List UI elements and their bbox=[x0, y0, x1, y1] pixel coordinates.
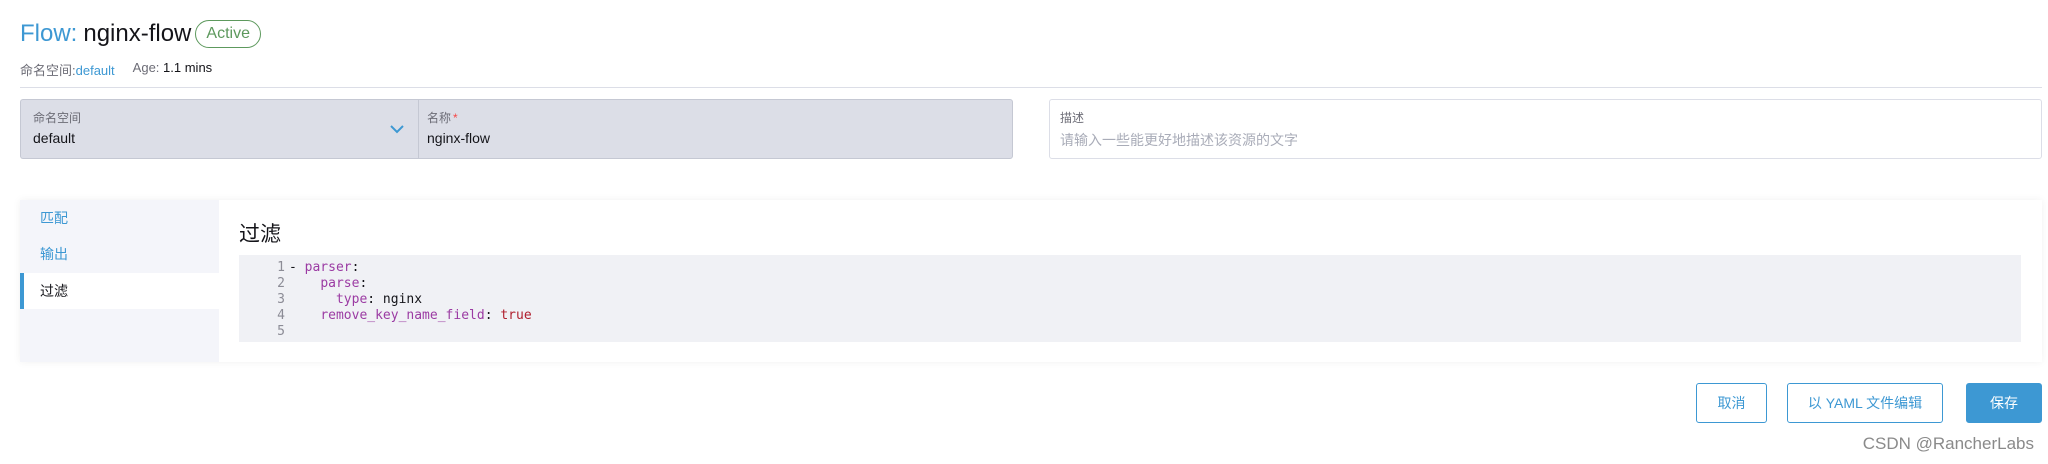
chevron-down-icon[interactable] bbox=[388, 120, 406, 138]
meta-row: 命名空间:default Age: 1.1 mins bbox=[20, 60, 261, 79]
code-text: - parser: bbox=[289, 260, 360, 275]
description-field-label: 描述 bbox=[1060, 111, 1085, 125]
tab-filter[interactable]: 过滤 bbox=[20, 273, 219, 309]
code-text: type: nginx bbox=[335, 292, 423, 307]
line-number: 3 bbox=[277, 292, 285, 307]
namespace-link[interactable]: default bbox=[76, 63, 115, 78]
description-field[interactable]: 描述 请输入一些能更好地描述该资源的文字 bbox=[1049, 99, 2042, 159]
title-row: Flow: nginx-flow Active bbox=[20, 16, 261, 52]
required-mark: * bbox=[453, 111, 458, 125]
tab-match[interactable]: 匹配 bbox=[20, 200, 219, 236]
namespace-meta-label: 命名空间: bbox=[20, 63, 76, 78]
age-meta-label: Age: bbox=[132, 60, 160, 75]
tab-content: 过滤 1- parser: 2 parse: 3 type: nginx 4 remo… bbox=[219, 200, 2042, 362]
code-line: 5 bbox=[239, 324, 2021, 340]
line-number: 2 bbox=[277, 276, 285, 291]
section-title: 过滤 bbox=[239, 223, 281, 246]
code-text: remove_key_name_field: true bbox=[320, 308, 532, 323]
name-field[interactable]: 名称 * nginx-flow bbox=[418, 99, 1013, 159]
name-label-text: 名称 bbox=[427, 111, 452, 125]
watermark: CSDN @RancherLabs bbox=[1862, 434, 2034, 453]
cancel-button[interactable]: 取消 bbox=[1696, 383, 1767, 423]
edit-as-yaml-button[interactable]: 以 YAML 文件编辑 bbox=[1787, 383, 1943, 423]
name-field-label: 名称 * bbox=[427, 109, 1004, 126]
namespace-select[interactable]: 命名空间 default bbox=[20, 99, 418, 159]
code-text: parse: bbox=[320, 276, 368, 291]
status-badge: Active bbox=[195, 20, 261, 48]
tab-output[interactable]: 输出 bbox=[20, 236, 219, 272]
namespace-field-label: 命名空间 bbox=[33, 111, 82, 125]
namespace-meta: 命名空间:default bbox=[20, 60, 115, 79]
yaml-editor[interactable]: 1- parser: 2 parse: 3 type: nginx 4 remove_… bbox=[239, 255, 2021, 342]
code-line: 3 type: nginx bbox=[239, 292, 2021, 308]
line-number: 5 bbox=[277, 324, 285, 339]
code-line: 4 remove_key_name_field: true bbox=[239, 308, 2021, 324]
code-line: 1 - parser: bbox=[239, 260, 2021, 276]
save-button[interactable]: 保存 bbox=[1966, 383, 2042, 423]
page-header: Flow: nginx-flow Active 命名空间:default Age… bbox=[20, 16, 261, 79]
line-number: 1 bbox=[277, 260, 285, 275]
config-panel: 匹配 输出 过滤 过滤 1- parser: 2 parse: 3 type: ng… bbox=[20, 200, 2042, 362]
age-value: 1.1 mins bbox=[163, 60, 213, 75]
namespace-field-value: default bbox=[33, 130, 76, 146]
description-placeholder: 请输入一些能更好地描述该资源的文字 bbox=[1060, 132, 1298, 148]
header-divider bbox=[20, 87, 2042, 88]
line-number: 4 bbox=[277, 308, 285, 323]
age-meta: Age: 1.1 mins bbox=[133, 60, 213, 79]
resource-type-label: Flow: bbox=[20, 20, 78, 47]
name-field-value: nginx-flow bbox=[427, 130, 491, 146]
page-title: nginx-flow bbox=[83, 20, 192, 47]
code-line: 2 parse: bbox=[239, 276, 2021, 292]
